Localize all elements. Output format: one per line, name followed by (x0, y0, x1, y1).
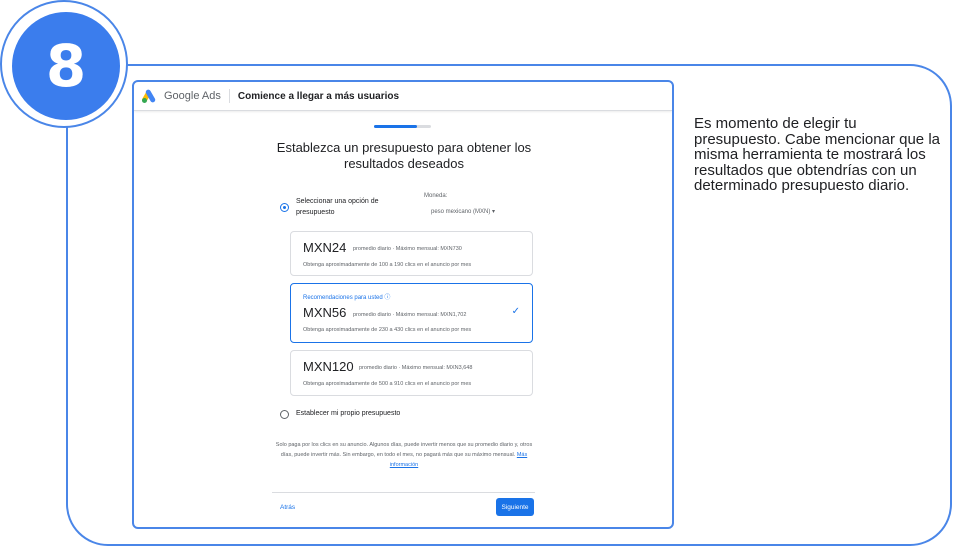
own-budget-radio[interactable] (280, 410, 289, 419)
select-budget-option-label: Seleccionar una opción de presupuesto (296, 198, 379, 216)
budget-card-3[interactable]: MXN120 promedio diario · Máximo mensual:… (290, 350, 533, 396)
select-budget-option-radio[interactable] (280, 203, 289, 212)
step-number-badge: 8 (12, 12, 120, 120)
budget-clicks: Obtenga aproximadamente de 100 a 190 cli… (303, 262, 472, 268)
currency-select[interactable]: peso mexicano (MXN) ▾ (431, 208, 495, 215)
footnote-text: Solo paga por los clics en su anuncio. A… (275, 442, 533, 458)
currency-label: Moneda: (424, 193, 448, 199)
google-ads-logo-icon (141, 88, 158, 104)
progress-fill (374, 125, 417, 128)
budget-meta: promedio diario · Máximo mensual: MXN1,7… (353, 312, 467, 318)
step-badge-ring: 8 (0, 0, 128, 128)
budget-heading: Establezca un presupuesto para obtener l… (276, 140, 532, 171)
budget-clicks: Obtenga aproximadamente de 500 a 910 cli… (303, 381, 472, 387)
budget-card-recommended[interactable]: Recomendaciones para usted ⓘ MXN56 prome… (290, 283, 533, 343)
recommended-label: Recomendaciones para usted ⓘ (303, 295, 391, 301)
divider (228, 89, 230, 103)
top-bar: Google Ads Comience a llegar a más usuar… (134, 82, 672, 111)
budget-card-1[interactable]: MXN24 promedio diario · Máximo mensual: … (290, 231, 533, 276)
progress-bar (374, 125, 431, 128)
bottom-divider (272, 492, 535, 493)
footnote: Solo paga por los clics en su anuncio. A… (274, 440, 534, 470)
step-description: Es momento de elegir tu presupuesto. Cab… (694, 115, 940, 194)
budget-amount: MXN56 (303, 305, 347, 320)
budget-clicks: Obtenga aproximadamente de 230 a 430 cli… (303, 327, 472, 333)
budget-amount: MXN24 (303, 240, 347, 255)
budget-meta: promedio diario · Máximo mensual: MXN730 (353, 246, 462, 252)
page-title: Comience a llegar a más usuarios (237, 90, 400, 102)
budget-meta: promedio diario · Máximo mensual: MXN3,6… (359, 365, 473, 371)
back-button[interactable]: Atrás (280, 504, 295, 511)
check-icon: ✓ (511, 306, 520, 317)
budget-amount: MXN120 (303, 359, 354, 374)
brand-name: Google Ads (164, 90, 221, 102)
own-budget-label: Establecer mi propio presupuesto (296, 410, 401, 417)
google-ads-window: Google Ads Comience a llegar a más usuar… (132, 80, 674, 529)
next-button[interactable]: Siguiente (496, 498, 534, 516)
